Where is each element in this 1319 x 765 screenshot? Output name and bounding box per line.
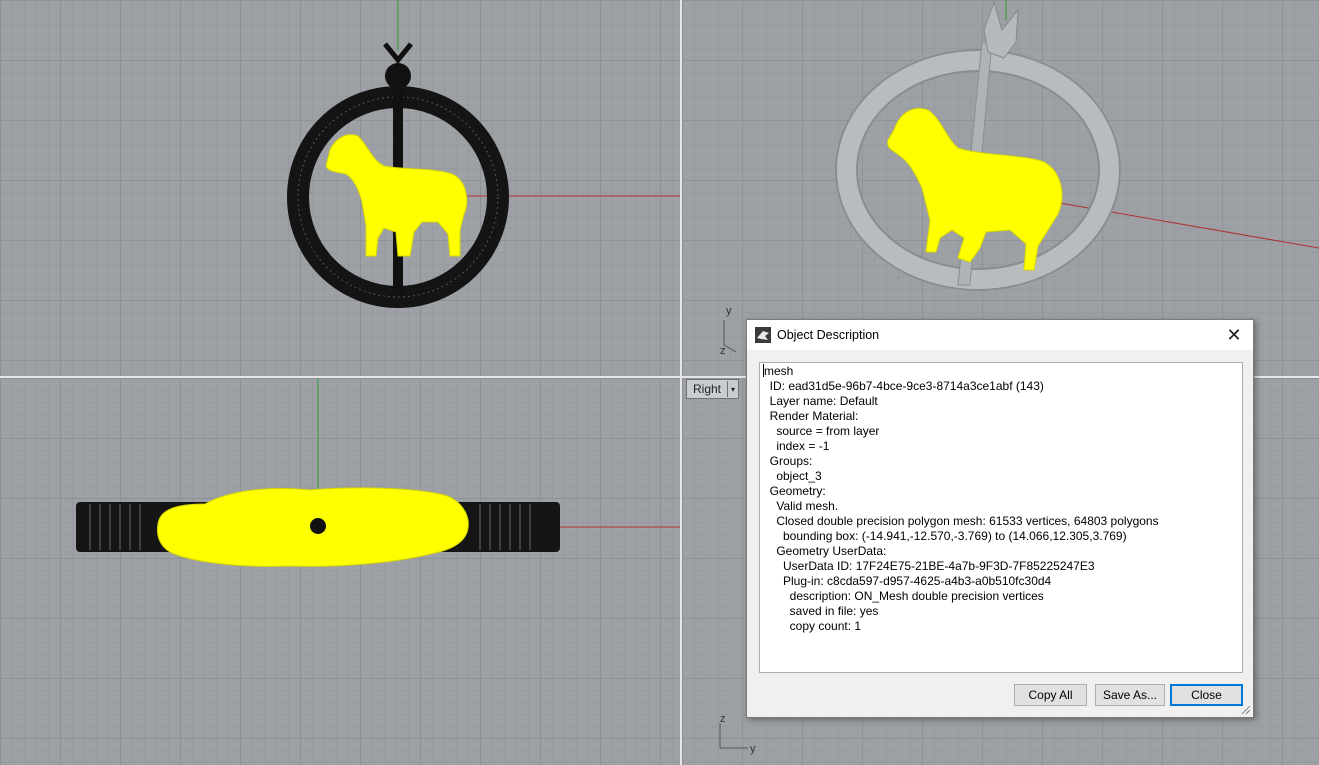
description-line: Plug-in: c8cda597-d957-4625-a4b3-a0b510f… [763, 574, 1052, 588]
description-line: Render Material: [763, 409, 859, 423]
description-line: saved in file: yes [763, 604, 879, 618]
axis-label-y: y [750, 743, 756, 755]
rhino-app-icon [755, 327, 771, 343]
top-view-canvas [287, 0, 680, 308]
description-line: bounding box: (-14.941,-12.570,-3.769) t… [763, 529, 1127, 543]
description-line: mesh [763, 364, 794, 378]
description-line: Valid mesh. [763, 499, 839, 513]
description-line: Layer name: Default [763, 394, 878, 408]
description-line: Closed double precision polygon mesh: 61… [763, 514, 1159, 528]
description-line: object_3 [763, 469, 822, 483]
description-line: Geometry UserData: [763, 544, 887, 558]
gizmo-z [723, 344, 737, 353]
description-line: UserData ID: 17F24E75-21BE-4a7b-9F3D-7F8… [763, 559, 1095, 573]
pendant-bail [983, 0, 1019, 59]
description-line: description: ON_Mesh double precision ve… [763, 589, 1044, 603]
save-as-button[interactable]: Save As... [1095, 684, 1165, 706]
description-line: copy count: 1 [763, 619, 862, 633]
copy-all-button[interactable]: Copy All [1014, 684, 1087, 706]
viewport-divider-vertical[interactable] [680, 0, 682, 765]
bar-section [310, 518, 326, 534]
description-textarea[interactable]: mesh ID: ead31d5e-96b7-4bce-9ce3-8714a3c… [759, 362, 1243, 673]
close-icon[interactable]: ✕ [1223, 324, 1245, 346]
pendant-loop [385, 63, 411, 89]
dialog-titlebar[interactable]: Object Description ✕ [747, 320, 1253, 350]
axis-label-z: z [720, 713, 726, 725]
viewport-top[interactable] [0, 0, 680, 376]
description-line: index = -1 [763, 439, 830, 453]
object-description-dialog: Object Description ✕ mesh ID: ead31d5e-9… [746, 319, 1254, 718]
front-view-canvas [76, 378, 680, 567]
description-line: ID: ead31d5e-96b7-4bce-9ce3-8714a3ce1abf… [763, 379, 1044, 393]
resize-grip-icon[interactable] [1241, 705, 1251, 715]
text-caret [763, 364, 764, 377]
description-line: Groups: [763, 454, 813, 468]
dialog-title: Object Description [777, 328, 880, 342]
description-line: Geometry: [763, 484, 826, 498]
close-button[interactable]: Close [1170, 684, 1243, 706]
viewport-front[interactable] [0, 378, 680, 765]
description-line: source = from layer [763, 424, 880, 438]
